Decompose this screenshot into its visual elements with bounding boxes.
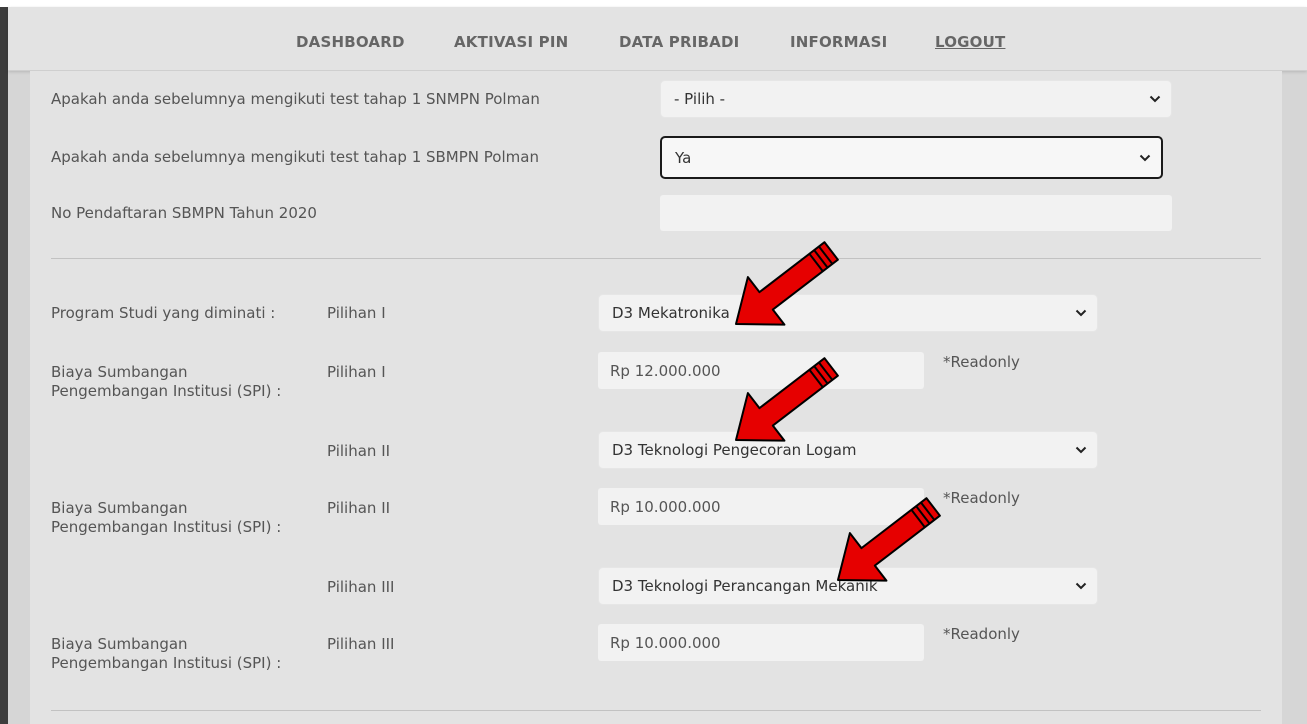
section-divider [51, 258, 1261, 259]
program-pilihan-2-select[interactable]: D3 Teknologi Pengecoran Logam [598, 431, 1098, 469]
pilihan-1-label: Pilihan I [327, 304, 386, 322]
no-pendaftaran-input[interactable] [660, 195, 1172, 231]
left-edge-bar [0, 7, 8, 724]
section-divider [51, 710, 1261, 711]
readonly-note: *Readonly [943, 353, 1020, 371]
spi-pilihan-2-label: Pilihan II [327, 499, 391, 517]
pilihan-3-label: Pilihan III [327, 578, 395, 596]
spi-pilihan-1-label: Pilihan I [327, 363, 386, 381]
program-pilihan-1-value: D3 Mekatronika [612, 304, 730, 322]
nav-data-pribadi[interactable]: DATA PRIBADI [619, 33, 739, 51]
readonly-note: *Readonly [943, 489, 1020, 507]
program-pilihan-1-select[interactable]: D3 Mekatronika [598, 294, 1098, 332]
nav-dashboard[interactable]: DASHBOARD [296, 33, 405, 51]
snmpn-select[interactable]: - Pilih - [660, 80, 1172, 118]
spi-label-line2: Pengembangan Institusi (SPI) : [51, 518, 282, 536]
program-pilihan-3-value: D3 Teknologi Perancangan Mekanik [612, 577, 878, 595]
readonly-note: *Readonly [943, 625, 1020, 643]
sbmpn-select[interactable]: Ya [660, 136, 1163, 179]
chevron-down-icon [1075, 309, 1087, 317]
spi-label-line2: Pengembangan Institusi (SPI) : [51, 654, 282, 672]
nav-logout[interactable]: LOGOUT [935, 33, 1005, 51]
nav-informasi[interactable]: INFORMASI [790, 33, 887, 51]
top-strip [0, 0, 1307, 7]
spi-pilihan-3-label: Pilihan III [327, 635, 395, 653]
spi-label-line1: Biaya Sumbangan [51, 635, 188, 653]
spi-pilihan-2-input: Rp 10.000.000 [598, 488, 924, 525]
spi-label-line1: Biaya Sumbangan [51, 499, 188, 517]
no-pendaftaran-label: No Pendaftaran SBMPN Tahun 2020 [51, 204, 317, 222]
question-sbmpn-label: Apakah anda sebelumnya mengikuti test ta… [51, 148, 539, 166]
chevron-down-icon [1075, 582, 1087, 590]
top-navigation: DASHBOARD AKTIVASI PIN DATA PRIBADI INFO… [8, 7, 1307, 71]
spi-label-line2: Pengembangan Institusi (SPI) : [51, 382, 282, 400]
snmpn-select-value: - Pilih - [674, 90, 726, 108]
program-pilihan-3-select[interactable]: D3 Teknologi Perancangan Mekanik [598, 567, 1098, 605]
program-studi-label: Program Studi yang diminati : [51, 304, 276, 322]
question-snmpn-label: Apakah anda sebelumnya mengikuti test ta… [51, 90, 540, 108]
chevron-down-icon [1075, 446, 1087, 454]
spi-pilihan-3-input: Rp 10.000.000 [598, 624, 924, 661]
chevron-down-icon [1149, 95, 1161, 103]
spi-pilihan-1-input: Rp 12.000.000 [598, 352, 924, 389]
chevron-down-icon [1139, 154, 1151, 161]
sbmpn-select-value: Ya [675, 148, 692, 167]
spi-label-line1: Biaya Sumbangan [51, 363, 188, 381]
pilihan-2-label: Pilihan II [327, 442, 391, 460]
nav-aktivasi-pin[interactable]: AKTIVASI PIN [454, 33, 568, 51]
program-pilihan-2-value: D3 Teknologi Pengecoran Logam [612, 441, 857, 459]
